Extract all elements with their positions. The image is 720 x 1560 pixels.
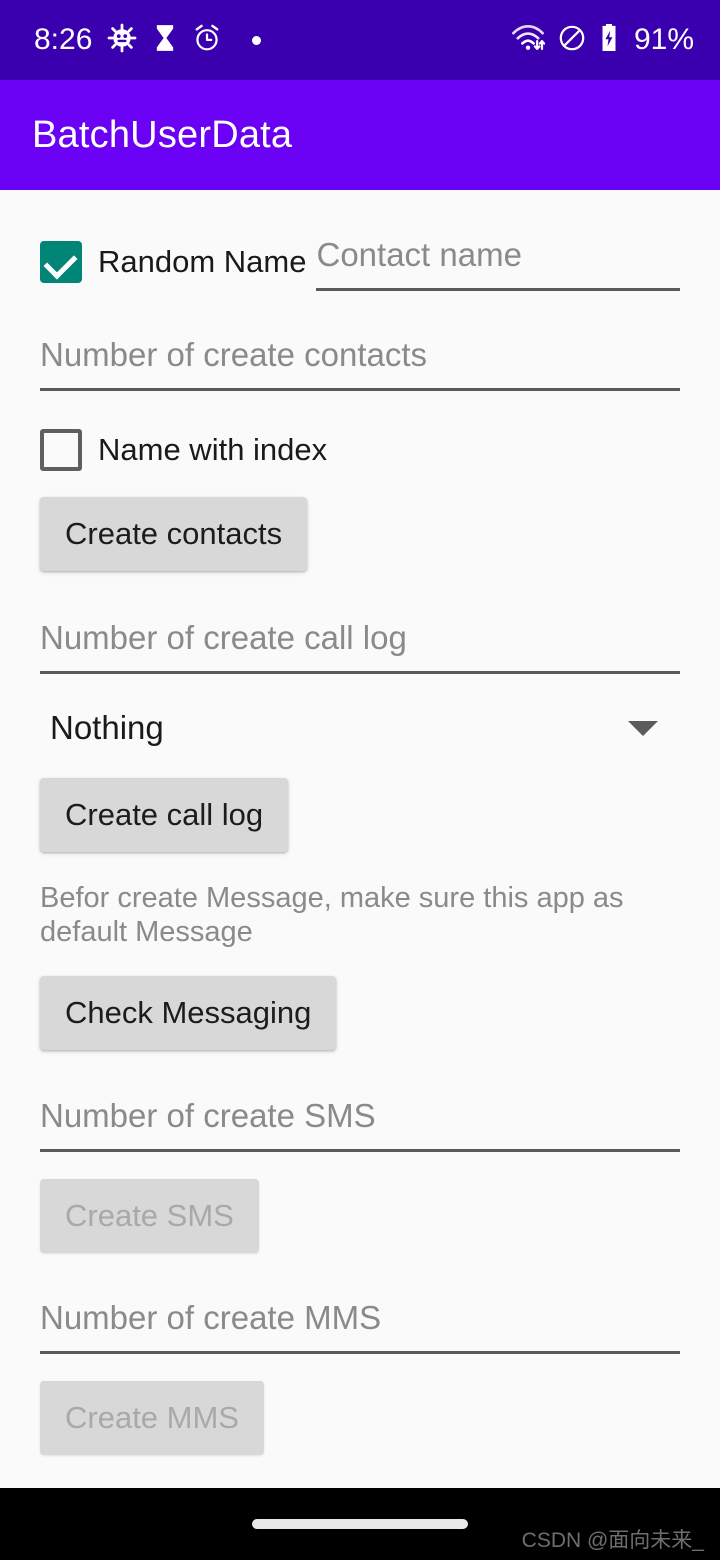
status-bar: 8:26 91% bbox=[0, 0, 720, 80]
battery-percent-label: 91% bbox=[633, 23, 694, 56]
create-call-log-row: Create call log bbox=[40, 778, 680, 852]
number-of-mms-input[interactable] bbox=[40, 1296, 680, 1341]
wifi-icon bbox=[511, 24, 546, 57]
check-messaging-button[interactable]: Check Messaging bbox=[40, 976, 337, 1051]
contact-name-input[interactable] bbox=[316, 233, 680, 277]
do-not-disturb-icon bbox=[558, 24, 586, 57]
battery-charging-icon bbox=[599, 23, 619, 58]
android-debug-icon bbox=[107, 23, 137, 58]
random-name-label: Random Name bbox=[98, 244, 307, 279]
watermark-label: CSDN @面向未来_ bbox=[521, 1529, 704, 1552]
number-of-sms-input[interactable] bbox=[40, 1094, 680, 1139]
number-of-call-log-input[interactable] bbox=[40, 616, 680, 660]
number-of-call-log-field[interactable] bbox=[40, 616, 680, 674]
name-with-index-label: Name with index bbox=[98, 432, 328, 467]
home-indicator[interactable] bbox=[252, 1519, 468, 1529]
number-of-mms-field[interactable] bbox=[40, 1296, 680, 1355]
status-bar-left: 8:26 bbox=[34, 23, 262, 58]
create-sms-row: Create SMS bbox=[40, 1179, 680, 1254]
random-name-row: Random Name bbox=[40, 233, 680, 291]
create-contacts-row: Create contacts bbox=[40, 497, 680, 571]
check-messaging-row: Check Messaging bbox=[40, 976, 680, 1051]
dot-indicator-icon bbox=[252, 35, 262, 45]
app-bar: BatchUserData bbox=[0, 80, 720, 190]
number-of-contacts-field[interactable] bbox=[40, 333, 680, 391]
call-log-type-selected-value: Nothing bbox=[50, 709, 164, 746]
name-with-index-checkbox[interactable] bbox=[40, 429, 82, 471]
alarm-clock-icon bbox=[193, 24, 221, 57]
status-bar-right: 91% bbox=[511, 23, 694, 58]
app-title: BatchUserData bbox=[32, 113, 293, 156]
app-screen: 8:26 91% BatchUserData Random Name Conta… bbox=[0, 0, 720, 1560]
number-of-contacts-input[interactable] bbox=[40, 333, 680, 377]
create-call-log-button[interactable]: Create call log bbox=[40, 778, 289, 852]
contact-name-field[interactable] bbox=[316, 233, 680, 291]
random-name-checkbox[interactable] bbox=[40, 241, 82, 283]
chevron-down-icon bbox=[628, 720, 658, 736]
system-navigation-bar: CSDN @面向未来_ bbox=[0, 1488, 720, 1560]
messaging-hint-text: Befor create Message, make sure this app… bbox=[40, 882, 624, 948]
number-of-sms-field[interactable] bbox=[40, 1094, 680, 1153]
create-mms-row: Create MMS bbox=[40, 1381, 680, 1456]
call-log-type-spinner[interactable]: Nothing bbox=[40, 692, 680, 764]
create-contacts-button[interactable]: Create contacts bbox=[40, 497, 308, 571]
name-with-index-row: Name with index bbox=[40, 429, 680, 471]
status-bar-clock: 8:26 bbox=[34, 23, 93, 56]
main-content: Random Name Name with index Create conta… bbox=[0, 190, 720, 1488]
create-mms-button[interactable]: Create MMS bbox=[40, 1381, 264, 1456]
create-sms-button[interactable]: Create SMS bbox=[40, 1179, 259, 1254]
hourglass-icon bbox=[152, 24, 178, 57]
